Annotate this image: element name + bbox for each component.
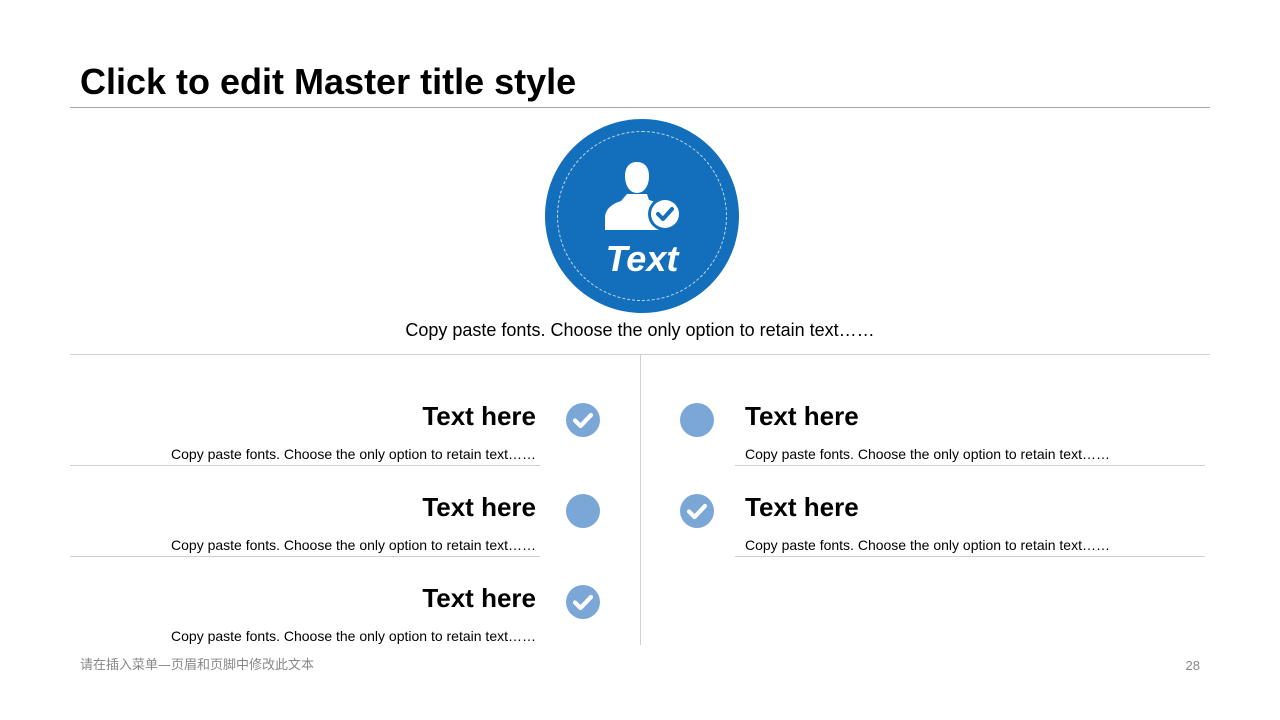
slide: Click to edit Master title style Text Co… (0, 0, 1280, 720)
column-divider (640, 355, 641, 645)
empty-marker-icon (680, 403, 714, 437)
item-heading: Text here (422, 401, 536, 431)
right-item[interactable]: Text here Copy paste fonts. Choose the o… (745, 370, 1215, 462)
empty-marker-icon (566, 494, 600, 528)
page-number: 28 (1185, 658, 1200, 673)
item-heading: Text here (745, 492, 859, 522)
left-item[interactable]: Text here Copy paste fonts. Choose the o… (66, 370, 536, 462)
item-heading: Text here (422, 583, 536, 613)
title-divider (70, 107, 1210, 108)
check-marker-icon (566, 585, 600, 619)
row-divider (735, 556, 1205, 557)
item-description: Copy paste fonts. Choose the only option… (171, 628, 536, 644)
left-item[interactable]: Text here Copy paste fonts. Choose the o… (66, 552, 536, 644)
check-marker-icon (566, 403, 600, 437)
slide-title[interactable]: Click to edit Master title style (80, 58, 576, 106)
user-check-icon (605, 162, 682, 231)
hero-circle[interactable]: Text (545, 119, 739, 313)
hero-caption[interactable]: Copy paste fonts. Choose the only option… (340, 318, 940, 342)
left-item[interactable]: Text here Copy paste fonts. Choose the o… (66, 461, 536, 553)
footer-text[interactable]: 请在插入菜单—页眉和页脚中修改此文本 (80, 657, 314, 675)
item-heading: Text here (745, 401, 859, 431)
check-marker-icon (680, 494, 714, 528)
right-item[interactable]: Text here Copy paste fonts. Choose the o… (745, 461, 1215, 553)
item-heading: Text here (422, 492, 536, 522)
item-description: Copy paste fonts. Choose the only option… (745, 537, 1110, 553)
hero-label: Text (605, 238, 679, 279)
